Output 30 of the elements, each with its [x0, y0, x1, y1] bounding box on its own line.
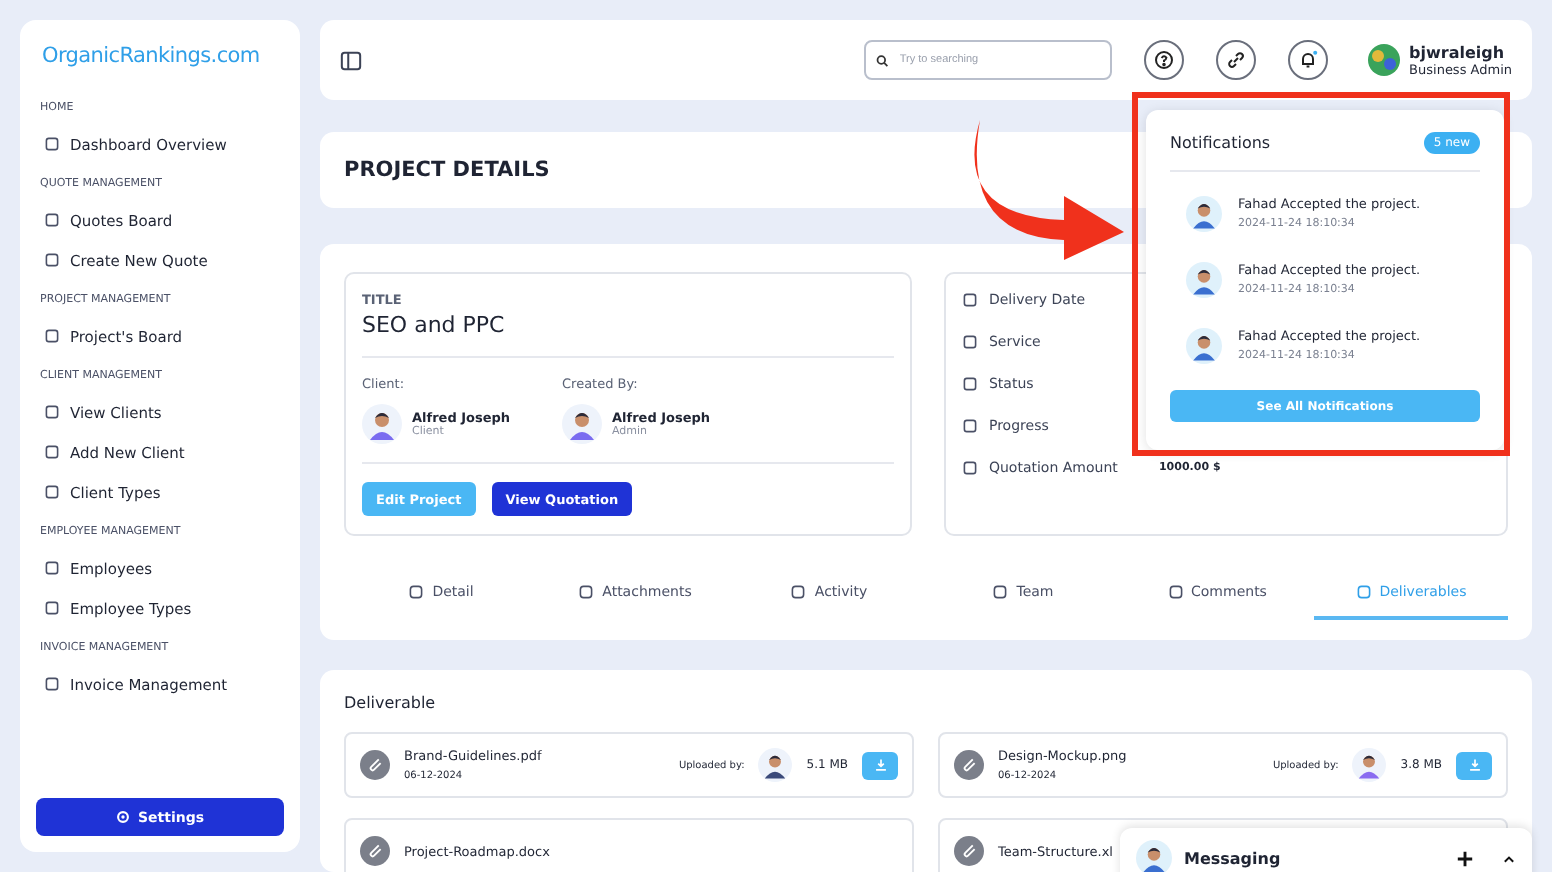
notification-button[interactable] [1287, 40, 1328, 80]
settings-icon [115, 810, 130, 824]
avatar [1352, 748, 1387, 782]
notifications-title: Notifications [1170, 134, 1271, 152]
page-title: PROJECT DETAILS [344, 158, 550, 182]
download-icon [1467, 758, 1481, 772]
section-title: Deliverable [344, 694, 438, 712]
help-button[interactable] [1143, 40, 1184, 80]
avatar [1186, 261, 1222, 297]
link-button[interactable] [1215, 40, 1256, 80]
bell-icon [1297, 50, 1318, 70]
plus-icon[interactable] [1456, 849, 1474, 867]
link-icon [1225, 50, 1246, 70]
user-avatar [1367, 44, 1400, 76]
avatar [1136, 840, 1172, 872]
download-icon [873, 758, 887, 772]
search-icon [875, 53, 888, 67]
avatar [362, 404, 402, 444]
messaging-title: Messaging [1184, 849, 1281, 867]
avatar [562, 404, 602, 444]
messaging-bar[interactable]: Messaging [1120, 828, 1532, 872]
user-name: bjwraleigh [1409, 43, 1505, 61]
help-icon [1153, 50, 1174, 70]
chevron-up-icon[interactable] [1502, 851, 1516, 865]
avatar [1186, 327, 1222, 363]
avatar [758, 748, 793, 782]
project-title: SEO and PPC [362, 312, 507, 338]
avatar [1186, 195, 1222, 231]
sidebar-toggle-icon[interactable] [340, 49, 362, 71]
logo: OrganicRankings.com [42, 44, 262, 68]
